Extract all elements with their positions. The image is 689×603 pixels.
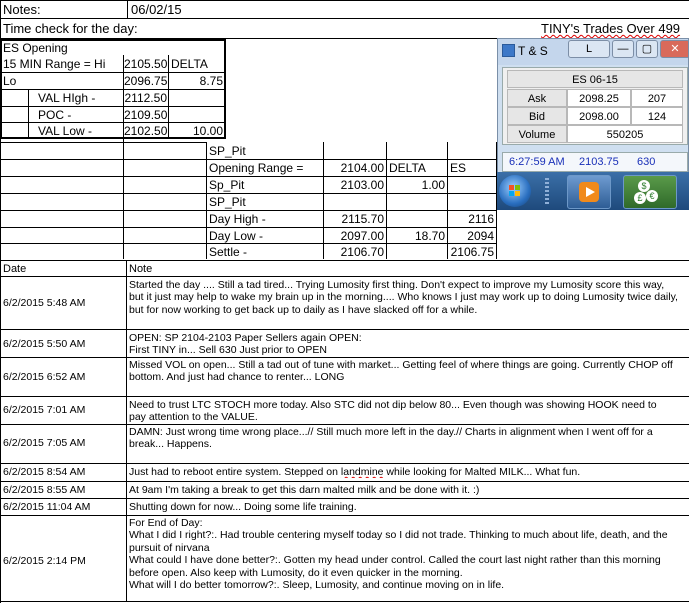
log-date: 6/2/2015 8:55 AM	[3, 484, 86, 496]
ts-l-button[interactable]: L	[568, 40, 610, 58]
ts-volume: 550205	[567, 125, 683, 143]
log-date: 6/2/2015 11:04 AM	[3, 501, 91, 513]
sp-title-1: SP_Pit	[209, 144, 246, 158]
media-player-icon[interactable]	[567, 175, 611, 209]
sp-settle-label: Settle -	[209, 245, 248, 259]
sp-settle[interactable]: 2106.70	[324, 245, 384, 259]
ts-quote-panel: ES 06-15 Ask 2098.25 207 Bid 2098.00 124…	[502, 67, 688, 145]
currency-icon[interactable]: $ € £	[623, 175, 677, 209]
ts-tick-row: 6:27:59 AM 2103.75 630	[502, 152, 688, 172]
ts-ask: 2098.25	[567, 89, 631, 107]
sp-day-high-es[interactable]: 2116	[448, 212, 494, 226]
log-note: OPEN: SP 2104-2103 Paper Sellers again O…	[129, 332, 362, 357]
ts-title: T & S	[518, 44, 548, 58]
ts-symbol: ES 06-15	[507, 70, 683, 88]
log-date: 6/2/2015 7:05 AM	[3, 437, 86, 449]
log-note: Started the day .... Still a tad tired..…	[129, 279, 678, 316]
es-val-high-label: VAL HIgh -	[38, 91, 96, 105]
windows-orb-icon[interactable]	[499, 175, 531, 207]
sp-or-hi[interactable]: 2104.00	[324, 161, 384, 175]
sp-or-delta[interactable]: 1.00	[387, 178, 445, 192]
es-val-low[interactable]: 2102.50	[124, 124, 167, 138]
ts-tick-time: 6:27:59 AM	[509, 156, 565, 168]
header-right-text: TINY's Trades Over 499	[541, 21, 681, 36]
log-note: Need to trust LTC STOCH more today. Also…	[129, 399, 657, 424]
taskbar: $ € £	[497, 172, 689, 210]
maximize-icon[interactable]: ▢	[636, 40, 658, 58]
close-icon[interactable]: ✕	[660, 40, 688, 58]
sp-es-label: ES	[450, 161, 467, 175]
ts-volume-label: Volume	[507, 125, 567, 143]
ts-titlebar[interactable]: T & S L — ▢ ✕	[498, 39, 688, 65]
log-note: At 9am I'm taking a break to get this da…	[129, 484, 480, 496]
time-check-label: Time check for the day:	[3, 21, 138, 36]
header-right-title: TINY's Trades Over 499	[541, 21, 680, 36]
ts-app-icon	[502, 44, 515, 57]
sp-delta-label: DELTA	[389, 161, 426, 175]
notes-date[interactable]: 06/02/15	[131, 2, 182, 17]
es-lo-label: Lo	[3, 74, 17, 88]
es-delta-label: DELTA	[171, 57, 208, 71]
es-delta[interactable]: 8.75	[170, 74, 223, 88]
sp-day-high[interactable]: 2115.70	[324, 212, 385, 226]
ts-tick-size: 630	[637, 156, 656, 168]
taskbar-grip	[545, 178, 549, 204]
log-note: Shutting down for now... Doing some life…	[129, 501, 357, 513]
ts-ask-label: Ask	[507, 89, 567, 107]
sp-title-2: SP_Pit	[209, 195, 246, 209]
es-range-label: 15 MIN Range = Hi	[3, 57, 106, 71]
sp-day-low-es[interactable]: 2094	[448, 229, 494, 243]
log-date: 6/2/2015 5:50 AM	[3, 338, 86, 350]
minimize-icon[interactable]: —	[612, 40, 634, 58]
log-date: 6/2/2015 8:54 AM	[3, 466, 86, 478]
sp-day-low[interactable]: 2097.00	[324, 229, 384, 243]
log-note: DAMN: Just wrong time wrong place...// S…	[129, 426, 653, 451]
sp-day-low-label: Day Low -	[209, 229, 264, 243]
ts-bid-label: Bid	[507, 107, 567, 125]
ts-ask-size: 207	[631, 89, 683, 107]
ts-bid-size: 124	[631, 107, 683, 125]
sp-settle-es[interactable]: 2106.75	[448, 245, 494, 259]
sp-day-low-delta[interactable]: 18.70	[387, 229, 445, 243]
sp-or-lo[interactable]: 2103.00	[324, 178, 384, 192]
es-val-delta[interactable]: 10.00	[170, 124, 223, 138]
log-note: Just had to reboot entire system. Steppe…	[129, 466, 581, 478]
es-val-high[interactable]: 2112.50	[124, 91, 168, 105]
log-note: For End of Day: What I did I right?:. Ha…	[129, 517, 668, 592]
ts-bid: 2098.00	[567, 107, 631, 125]
sp-pit-label: Sp_Pit	[209, 178, 245, 192]
ts-tick-price: 2103.75	[579, 156, 619, 168]
log-date: 6/2/2015 2:14 PM	[3, 555, 86, 567]
log-note: Missed VOL on open... Still a tad out of…	[129, 359, 673, 384]
es-range-lo[interactable]: 2096.75	[124, 74, 167, 88]
notes-label: Notes:	[3, 2, 41, 17]
log-date: 6/2/2015 5:48 AM	[3, 297, 86, 309]
es-poc-label: POC -	[38, 108, 72, 122]
log-date: 6/2/2015 7:01 AM	[3, 404, 86, 416]
es-val-low-label: VAL Low -	[38, 124, 93, 138]
log-header-date: Date	[3, 263, 27, 275]
log-header-note: Note	[129, 263, 153, 275]
sp-day-high-label: Day High -	[209, 212, 266, 226]
sp-or-label: Opening Range =	[209, 161, 304, 175]
es-poc[interactable]: 2109.50	[124, 108, 167, 122]
log-date: 6/2/2015 6:52 AM	[3, 371, 86, 383]
es-opening-title: ES Opening	[3, 41, 68, 55]
es-range-hi[interactable]: 2105.50	[124, 57, 167, 71]
